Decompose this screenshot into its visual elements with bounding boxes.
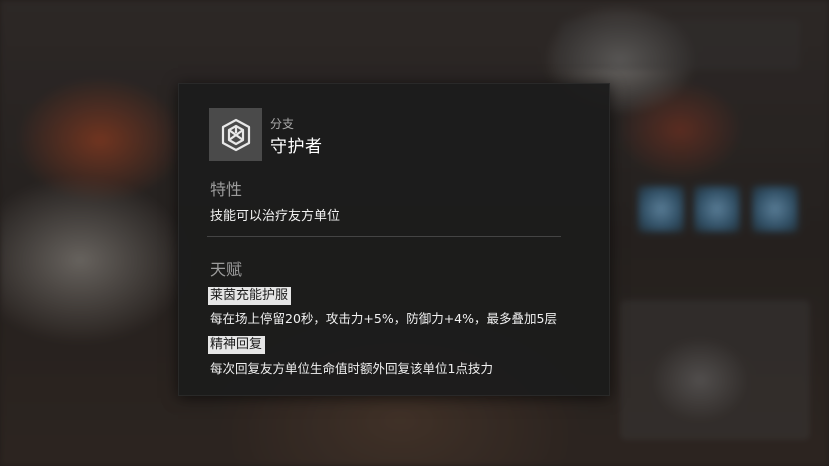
talent-name-tag: 莱茵充能护服: [208, 287, 292, 305]
branch-info-panel: 分支 守护者 特性 技能可以治疗友方单位 天赋 莱茵充能护服 每在场上停留20秒…: [178, 83, 610, 396]
talent-name-tag: 精神回复: [208, 336, 266, 354]
branch-caption: 分支: [270, 117, 295, 131]
branch-icon-box: [209, 108, 262, 161]
trait-text: 技能可以治疗友方单位: [210, 209, 341, 224]
talent-title: 天赋: [210, 260, 243, 279]
divider: [207, 236, 561, 237]
talent-description: 每在场上停留20秒，攻击力+5%，防御力+4%，最多叠加5层: [210, 311, 557, 326]
guardian-shield-icon: [221, 118, 250, 151]
talent-description: 每次回复友方单位生命值时额外回复该单位1点技力: [210, 361, 493, 376]
trait-title: 特性: [210, 180, 243, 199]
branch-name: 守护者: [270, 137, 323, 157]
